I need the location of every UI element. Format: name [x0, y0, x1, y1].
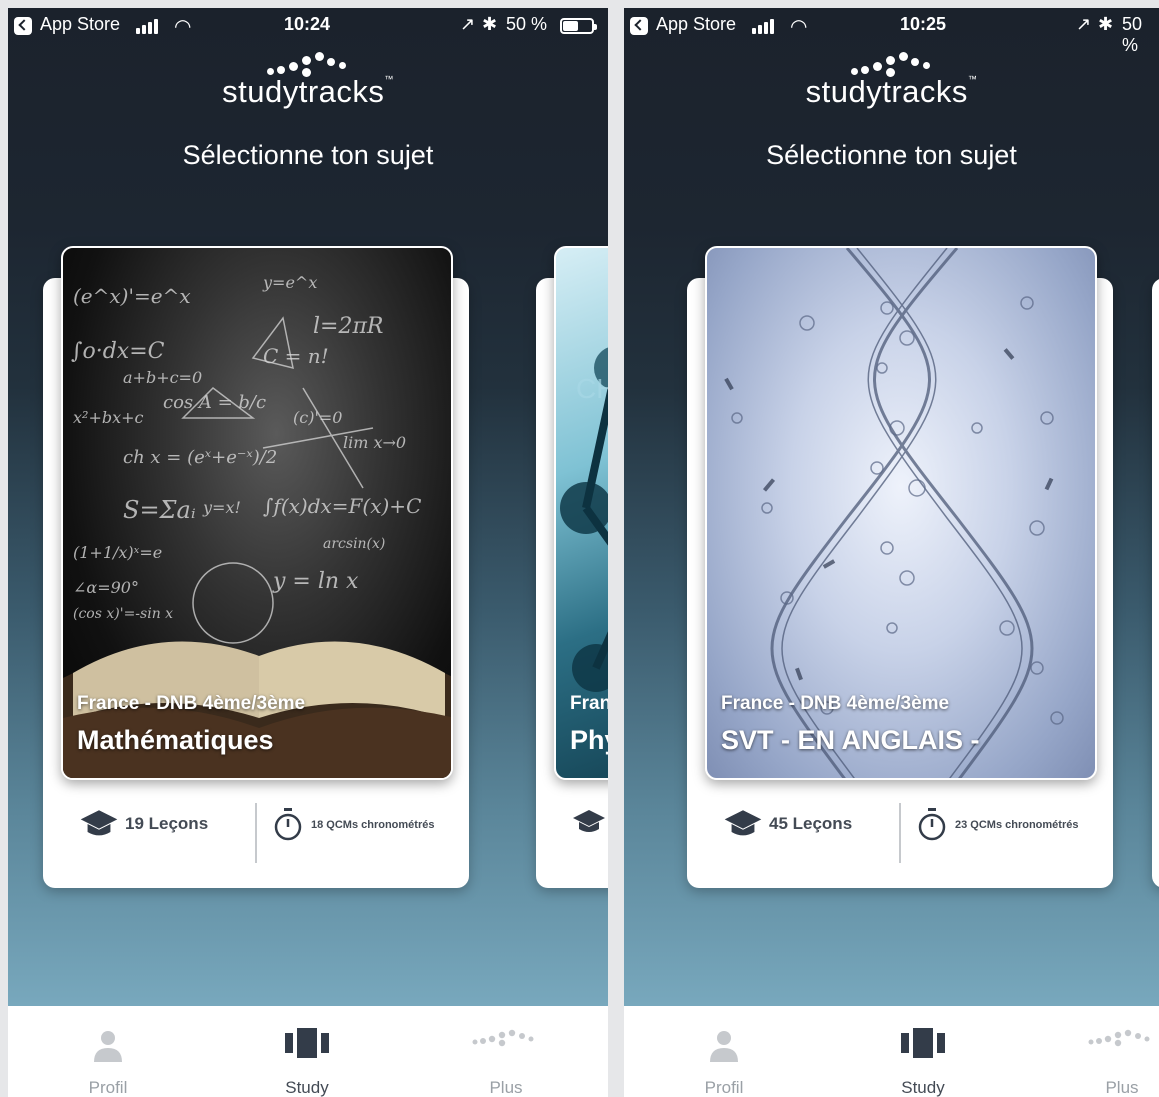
tab-study-label: Study: [901, 1078, 945, 1097]
card-title: SVT - EN ANGLAIS -: [721, 725, 980, 755]
logo-dots-icon: [837, 48, 947, 82]
svg-text:y=e^x: y=e^x: [262, 273, 317, 292]
tab-bar: Profil Study Plus: [8, 1006, 608, 1097]
subject-card-peek-image: CH Fran Phy: [554, 246, 608, 780]
tab-study[interactable]: Study: [237, 1006, 377, 1097]
svg-text:∫o·dx=C: ∫o·dx=C: [71, 339, 165, 364]
signal-icon: [136, 18, 162, 34]
qcm-label: 18 QCMs chronométrés: [311, 819, 435, 831]
subject-card[interactable]: (e^x)'=e^x y=e^x ∫o·dx=C l=2πR a+b+c=0 c…: [43, 246, 469, 888]
cards-icon: [901, 1028, 945, 1058]
dots-logo-icon: [472, 1029, 534, 1047]
svg-text:∫f(x)dx=F(x)+C: ∫f(x)dx=F(x)+C: [263, 494, 421, 518]
tab-plus-label: Plus: [489, 1078, 523, 1097]
svg-text:l=2πR: l=2πR: [313, 314, 384, 339]
tab-bar: Profil Study Plus: [624, 1006, 1159, 1097]
screenshot-pair: App Store ◠ 10:24 ↗ ✱ 50 % studytracks™ …: [0, 0, 1159, 1097]
tab-profil-label: Profil: [704, 1078, 744, 1097]
phone-screen-svt: App Store ◠ 10:25 ↗ ✱ 50 % studytracks™: [624, 8, 1159, 1097]
stats-divider: [899, 803, 901, 863]
lessons-count: 45 Leçons: [723, 808, 852, 840]
battery-percent: 50 %: [506, 14, 548, 34]
card-title: Mathématiques: [77, 725, 274, 755]
svg-text:arcsin(x): arcsin(x): [323, 536, 385, 552]
subject-card-peek[interactable]: CH Fran Phy: [536, 246, 608, 888]
svg-text:∠α=90°: ∠α=90°: [73, 578, 139, 597]
wifi-icon: ◠: [790, 16, 808, 38]
back-to-app-store-label[interactable]: App Store: [40, 14, 120, 35]
subject-card-image: France - DNB 4ème/3ème SVT - EN ANGLAIS …: [705, 246, 1097, 780]
tab-profil[interactable]: Profil: [38, 1006, 178, 1097]
phone-screen-math: App Store ◠ 10:24 ↗ ✱ 50 % studytracks™ …: [8, 8, 608, 1097]
stopwatch-icon: [918, 808, 946, 841]
page-title: Sélectionne ton sujet: [766, 140, 1017, 170]
subject-card-next-peek[interactable]: [1152, 278, 1159, 888]
tab-plus[interactable]: Plus: [1052, 1006, 1159, 1097]
status-bar: App Store ◠ 10:24 ↗ ✱ 50 %: [8, 8, 608, 44]
card-subtitle: France - DNB 4ème/3ème: [77, 693, 306, 714]
tab-profil[interactable]: Profil: [654, 1006, 794, 1097]
svg-text:(e^x)'=e^x: (e^x)'=e^x: [73, 284, 191, 308]
battery-icon: [560, 18, 597, 34]
qcm-count: 23 QCMs chronométrés: [917, 808, 1078, 842]
studytracks-logo: studytracks™: [624, 48, 1159, 110]
status-bar: App Store ◠ 10:25 ↗ ✱ 50 %: [624, 8, 1159, 55]
tab-study-label: Study: [285, 1078, 329, 1097]
stats-divider: [255, 803, 257, 863]
lessons-label: 19 Leçons: [125, 814, 209, 833]
svg-text:a+b+c=0: a+b+c=0: [123, 368, 202, 387]
clock: 10:24: [284, 14, 331, 34]
svg-text:S=Σaᵢ: S=Σaᵢ: [123, 496, 196, 524]
lessons-label: 45 Leçons: [769, 814, 853, 833]
dots-logo-icon: [1088, 1029, 1150, 1047]
svg-text:CH: CH: [576, 373, 608, 404]
svg-text:(cos x)'=-sin x: (cos x)'=-sin x: [73, 606, 173, 622]
back-to-app-store-icon[interactable]: [630, 17, 648, 35]
logo-dots-icon: [253, 48, 363, 82]
subject-card-image: (e^x)'=e^x y=e^x ∫o·dx=C l=2πR a+b+c=0 c…: [61, 246, 453, 780]
signal-icon: [752, 18, 778, 34]
qcm-label: 23 QCMs chronométrés: [955, 819, 1079, 831]
svg-text:C = n!: C = n!: [263, 344, 329, 368]
page-title: Sélectionne ton sujet: [182, 140, 434, 170]
wifi-icon: ◠: [174, 16, 192, 38]
tab-plus-label: Plus: [1105, 1078, 1139, 1097]
svg-text:(c)'=0: (c)'=0: [293, 408, 342, 427]
svg-text:ch x = (eˣ+e⁻ˣ)/2: ch x = (eˣ+e⁻ˣ)/2: [123, 447, 277, 468]
clock: 10:25: [900, 14, 947, 34]
graduation-cap-icon: [80, 810, 118, 836]
peek-lessons-icon: [572, 808, 606, 841]
tab-plus[interactable]: Plus: [436, 1006, 576, 1097]
card-stats: 45 Leçons 23 QCMs chronométrés: [687, 778, 1113, 888]
cards-icon: [285, 1028, 329, 1058]
back-to-app-store-label[interactable]: App Store: [656, 14, 736, 35]
bluetooth-icon: ✱: [482, 14, 498, 34]
bluetooth-icon: ✱: [1098, 14, 1114, 34]
stopwatch-icon: [274, 808, 302, 841]
svg-text:(1+1/x)ˣ=e: (1+1/x)ˣ=e: [73, 543, 162, 562]
svg-text:y=x!: y=x!: [202, 498, 241, 517]
studytracks-logo: studytracks™: [8, 48, 608, 110]
user-icon: [710, 1031, 738, 1062]
lessons-count: 19 Leçons: [79, 808, 208, 840]
svg-text:y = ln x: y = ln x: [272, 569, 359, 594]
card-subtitle: France - DNB 4ème/3ème: [721, 693, 950, 714]
svg-text:lim x→0: lim x→0: [343, 433, 406, 452]
svg-text:cos A = b/c: cos A = b/c: [163, 392, 266, 413]
card-stats: 19 Leçons 18 QCMs chronométrés: [43, 778, 469, 888]
graduation-cap-icon: [724, 810, 762, 836]
tab-profil-label: Profil: [88, 1078, 128, 1097]
location-icon: ↗: [1076, 14, 1092, 34]
location-icon: ↗: [460, 14, 476, 34]
tab-study[interactable]: Study: [853, 1006, 993, 1097]
subject-card[interactable]: France - DNB 4ème/3ème SVT - EN ANGLAIS …: [687, 246, 1113, 888]
svg-text:x²+bx+c: x²+bx+c: [73, 408, 144, 427]
subject-card-peek-title: Phy: [570, 725, 608, 755]
qcm-count: 18 QCMs chronométrés: [273, 808, 434, 842]
subject-card-peek-subtitle: Fran: [570, 693, 608, 714]
back-to-app-store-icon[interactable]: [14, 17, 32, 35]
user-icon: [94, 1031, 122, 1062]
